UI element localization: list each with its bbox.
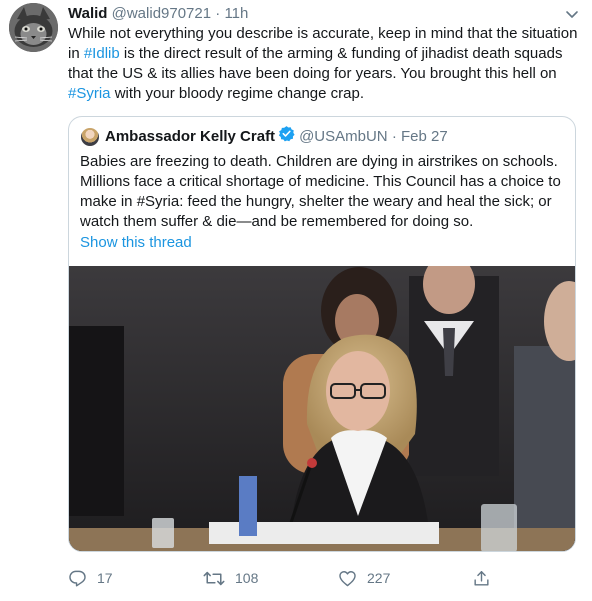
- tweet-text: While not everything you describe is acc…: [68, 24, 578, 104]
- tweet-timestamp[interactable]: 11h: [224, 5, 248, 22]
- chevron-down-icon[interactable]: [564, 6, 580, 22]
- verified-badge-icon: [278, 125, 295, 149]
- security-council-photo: [69, 266, 575, 551]
- hashtag-syria[interactable]: #Syria: [68, 85, 111, 102]
- share-icon: [472, 569, 491, 588]
- tweet-text-segment: is the direct result of the arming & fun…: [68, 45, 563, 82]
- avatar[interactable]: [9, 3, 58, 52]
- author-handle[interactable]: @walid970721: [112, 5, 211, 22]
- like-button[interactable]: 227: [338, 566, 390, 590]
- tweet-text-segment: with your bloody regime change crap.: [110, 85, 365, 102]
- reply-count: 17: [97, 570, 113, 586]
- quoted-avatar: [81, 128, 99, 146]
- quoted-author-handle: @USAmbUN: [299, 128, 388, 145]
- like-count: 227: [367, 570, 391, 586]
- quoted-tweet-text: Babies are freezing to death. Children a…: [80, 153, 561, 230]
- tweet-actions: 17 108 227: [68, 566, 578, 590]
- share-button[interactable]: [472, 566, 491, 590]
- retweet-count: 108: [235, 570, 259, 586]
- reply-button[interactable]: 17: [68, 566, 113, 590]
- heart-icon: [338, 569, 357, 588]
- cat-avatar-image: [9, 3, 58, 52]
- quoted-date: Feb 27: [400, 128, 448, 145]
- quoted-author-name: Ambassador Kelly Craft: [105, 128, 276, 145]
- separator-dot: ·: [391, 128, 397, 145]
- reply-icon: [68, 569, 87, 588]
- show-this-thread-link[interactable]: Show this thread: [80, 233, 192, 253]
- retweet-icon: [203, 569, 225, 588]
- quoted-media-photo[interactable]: [69, 266, 575, 551]
- quoted-tweet-header: Ambassador Kelly Craft @USAmbUN · Feb 27: [81, 125, 448, 147]
- separator-dot: ·: [215, 5, 221, 22]
- hashtag-idlib[interactable]: #Idlib: [84, 45, 120, 62]
- tweet-header: Walid @walid970721 · 11h: [68, 4, 248, 24]
- author-name[interactable]: Walid: [68, 5, 107, 22]
- tweet: Walid @walid970721 · 11h While not every…: [0, 0, 592, 601]
- quoted-tweet[interactable]: Ambassador Kelly Craft @USAmbUN · Feb 27 …: [68, 116, 576, 552]
- retweet-button[interactable]: 108: [203, 566, 258, 590]
